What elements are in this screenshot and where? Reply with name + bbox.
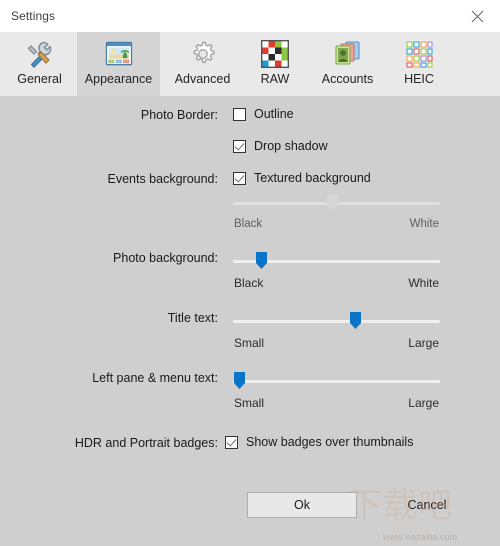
checkbox-show-badges[interactable] — [225, 435, 238, 449]
checkbox-row-outline[interactable]: Outline — [233, 107, 294, 121]
tab-general[interactable]: General — [2, 32, 77, 96]
tab-heic[interactable]: HEIC — [390, 32, 448, 96]
ok-button[interactable]: Ok — [247, 492, 357, 518]
label-title-text: Title text: — [167, 311, 218, 325]
slider-low-label-left-pane-menu-text: Small — [234, 396, 265, 410]
checkbox-row-drop-shadow[interactable]: Drop shadow — [233, 139, 328, 153]
slider-events-background[interactable]: Black White — [233, 194, 440, 232]
tab-advanced[interactable]: Advanced — [160, 32, 245, 96]
slider-high-label-left-pane-menu-text: Large — [408, 396, 439, 410]
tab-raw[interactable]: RAW — [245, 32, 305, 96]
slider-track-title-text[interactable] — [233, 320, 440, 323]
tab-label-appearance: Appearance — [84, 72, 153, 86]
label-photo-background: Photo background: — [113, 251, 218, 265]
slider-endlabels-photo-background: Black White — [233, 276, 440, 290]
close-icon — [471, 10, 483, 22]
label-events-background: Events background: — [107, 172, 219, 186]
slider-low-label-title-text: Small — [234, 336, 265, 350]
checkbox-textured-background[interactable] — [233, 171, 246, 185]
slider-endlabels-title-text: Small Large — [233, 336, 440, 350]
slider-title-text[interactable]: Small Large — [233, 312, 440, 350]
checkbox-row-show-badges[interactable]: Show badges over thumbnails — [225, 435, 413, 449]
checkbox-drop-shadow[interactable] — [233, 139, 246, 153]
close-button[interactable] — [454, 0, 500, 32]
slider-thumb-left-pane-menu-text[interactable] — [233, 371, 246, 391]
gear-icon — [186, 37, 220, 71]
slider-photo-background[interactable]: Black White — [233, 252, 440, 290]
checkbox-label-outline: Outline — [254, 107, 294, 121]
slider-thumb-title-text[interactable] — [349, 311, 362, 331]
tab-accounts[interactable]: Accounts — [305, 32, 390, 96]
checkbox-label-drop-shadow: Drop shadow — [254, 139, 328, 153]
slider-low-label-events-background: Black — [234, 218, 263, 230]
window-title: Settings — [11, 9, 56, 23]
dot-grid-icon — [402, 37, 436, 71]
tab-label-accounts: Accounts — [321, 72, 374, 86]
checkbox-outline[interactable] — [233, 107, 246, 121]
slider-thumb-events-background[interactable] — [326, 193, 339, 213]
slider-low-label-photo-background: Black — [234, 276, 264, 290]
cancel-button[interactable]: Cancel — [372, 492, 482, 518]
photo-window-icon — [102, 37, 136, 71]
label-hdr-portrait-badges: HDR and Portrait badges: — [74, 436, 218, 450]
tab-label-advanced: Advanced — [174, 72, 231, 86]
watermark-url: www.xiazaiba.com — [382, 532, 458, 542]
slider-high-label-photo-background: White — [408, 276, 439, 290]
hammer-wrench-icon — [23, 37, 57, 71]
dialog-footer: Ok Cancel 下载吧 www.xiazaiba.com — [0, 486, 500, 546]
settings-window: Settings General Appearance Advanced RAW… — [0, 0, 500, 546]
title-bar: Settings — [0, 0, 500, 32]
label-photo-border: Photo Border: — [140, 108, 218, 122]
person-cards-icon — [331, 37, 365, 71]
color-grid-icon — [258, 37, 292, 71]
checkbox-row-textured-background[interactable]: Textured background — [233, 171, 371, 185]
tab-strip: General Appearance Advanced RAW Accounts… — [0, 32, 500, 96]
slider-thumb-photo-background[interactable] — [255, 251, 268, 271]
slider-endlabels-events-background: Black White — [233, 218, 440, 230]
tab-appearance[interactable]: Appearance — [77, 32, 160, 96]
slider-high-label-events-background: White — [409, 218, 439, 230]
checkbox-label-textured-background: Textured background — [254, 171, 371, 185]
slider-high-label-title-text: Large — [408, 336, 439, 350]
tab-label-general: General — [17, 72, 62, 86]
settings-content: Photo Border: Outline Drop shadow Events… — [0, 96, 500, 546]
tab-label-heic: HEIC — [404, 72, 434, 86]
slider-endlabels-left-pane-menu-text: Small Large — [233, 396, 440, 410]
checkbox-label-show-badges: Show badges over thumbnails — [246, 435, 414, 449]
slider-track-left-pane-menu-text[interactable] — [233, 380, 440, 383]
label-left-pane-menu-text: Left pane & menu text: — [92, 371, 218, 385]
slider-left-pane-menu-text[interactable]: Small Large — [233, 372, 440, 410]
tab-label-raw: RAW — [260, 72, 290, 86]
